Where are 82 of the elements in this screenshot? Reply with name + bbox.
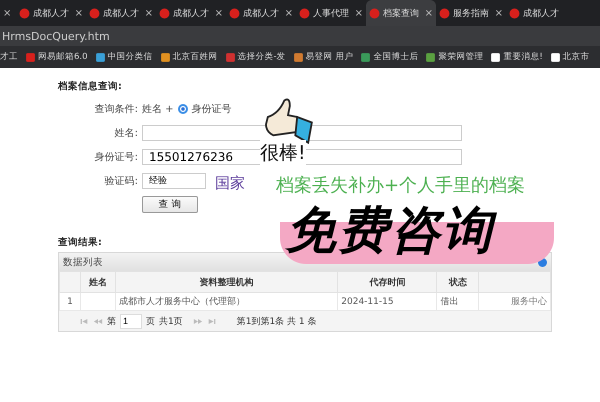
- browser-tab[interactable]: 成都人才 ×: [156, 0, 226, 26]
- bookmark-icon: [490, 52, 502, 62]
- previous-page-icon[interactable]: [93, 318, 103, 324]
- bookmark-icon: [360, 52, 372, 62]
- tab-title: 档案查询: [383, 7, 420, 20]
- browser-tab[interactable]: 成都人才 ×: [86, 0, 156, 26]
- browser-tab[interactable]: 人事代理 ×: [296, 0, 366, 26]
- pager-text: 共1页: [159, 316, 183, 328]
- site-logo-icon: [89, 8, 100, 18]
- bookmark-item[interactable]: 北京市: [550, 51, 590, 63]
- sticker-text: 国家: [215, 174, 245, 193]
- bookmark-item[interactable]: 重要消息!: [490, 51, 543, 63]
- radio-label: 身份证号: [192, 102, 232, 116]
- browser-tab[interactable]: 服务指南 ×: [436, 0, 506, 26]
- bookmark-item[interactable]: 选择分类-发: [224, 51, 286, 63]
- close-icon[interactable]: ×: [494, 8, 503, 18]
- collapse-icon[interactable]: [538, 258, 547, 266]
- column-header: 姓名: [80, 272, 116, 292]
- field-label: 姓名:: [114, 126, 138, 140]
- close-icon[interactable]: ×: [74, 8, 83, 18]
- tab-title: 人事代理: [313, 8, 350, 20]
- site-logo-icon: [439, 8, 450, 18]
- site-logo-icon: [19, 8, 30, 18]
- close-icon[interactable]: ×: [424, 8, 433, 18]
- bookmark-item[interactable]: 北京百姓网: [160, 51, 218, 63]
- first-page-icon[interactable]: [79, 318, 89, 324]
- section-title: 档案信息查询:: [58, 80, 123, 93]
- pager-summary: 第1到第1条 共 1 条: [236, 316, 316, 328]
- site-logo-icon: [509, 8, 520, 18]
- browser-tab[interactable]: ×: [0, 0, 16, 26]
- browser-tab[interactable]: 成都人才: [506, 0, 576, 26]
- page-field[interactable]: 1: [120, 314, 142, 328]
- query-button[interactable]: 查 询: [142, 196, 198, 213]
- section-title: 查询结果:: [58, 236, 103, 249]
- site-logo-icon: [369, 8, 380, 18]
- bookmark-item[interactable]: 才工: [0, 51, 18, 63]
- pager-text: 第: [107, 316, 116, 328]
- site-logo-icon: [229, 8, 240, 18]
- radio-button[interactable]: [178, 104, 188, 114]
- sticker-text: 档案丢失补办+个人手里的档案: [276, 174, 526, 197]
- tab-title: 成都人才: [103, 8, 140, 20]
- bookmark-item[interactable]: 全国博士后: [360, 51, 418, 63]
- bookmark-item[interactable]: 网易邮箱6.0: [25, 51, 88, 63]
- address-field[interactable]: HrmsDocQuery.htm: [0, 30, 110, 42]
- pager-text: 页: [146, 316, 155, 328]
- bookmark-icon: [224, 52, 236, 62]
- site-logo-icon: [299, 8, 310, 18]
- close-icon[interactable]: ×: [3, 8, 12, 18]
- bookmark-item[interactable]: 中国分类信: [94, 51, 153, 63]
- field-label: 身份证号:: [94, 150, 138, 164]
- field-label: 查询条件:: [94, 102, 138, 116]
- browser-tab[interactable]: 成都人才 ×: [226, 0, 296, 26]
- sticker-text: 很棒!: [260, 140, 306, 166]
- bookmark-icon: [25, 52, 36, 62]
- tab-title: 成都人才: [173, 8, 210, 20]
- column-header: 代存时间: [338, 272, 437, 292]
- last-page-icon[interactable]: [206, 318, 217, 324]
- bookmark-item[interactable]: 易登网 用户: [292, 51, 354, 63]
- column-header: 资料整理机构: [116, 272, 338, 292]
- next-page-icon[interactable]: [192, 318, 203, 324]
- close-icon[interactable]: ×: [284, 8, 293, 18]
- field-label: 验证码:: [104, 174, 138, 188]
- bookmark-icon: [425, 52, 436, 62]
- close-icon[interactable]: ×: [214, 8, 223, 18]
- bookmark-item[interactable]: 聚荣网管理: [425, 51, 484, 63]
- bookmark-icon: [160, 52, 171, 62]
- close-icon[interactable]: ×: [354, 8, 363, 18]
- tab-title: 成都人才: [33, 8, 70, 20]
- site-logo-icon: [159, 8, 170, 18]
- column-header: 状态: [436, 272, 479, 292]
- bookmark-icon: [550, 52, 561, 62]
- panel-title: 数据列表: [63, 256, 103, 268]
- tab-title: 成都人才: [243, 8, 280, 20]
- bookmark-icon: [292, 52, 304, 62]
- bookmark-icon: [94, 52, 106, 62]
- browser-tab[interactable]: 档案查询 ×: [366, 0, 436, 26]
- browser-tab[interactable]: 成都人才 ×: [16, 0, 86, 26]
- condition-text: 姓名 +: [142, 102, 174, 116]
- captcha-field[interactable]: 经验: [142, 172, 206, 188]
- tab-title: 服务指南: [453, 8, 490, 20]
- close-icon[interactable]: ×: [144, 8, 153, 18]
- tab-title: 成都人才: [523, 8, 560, 20]
